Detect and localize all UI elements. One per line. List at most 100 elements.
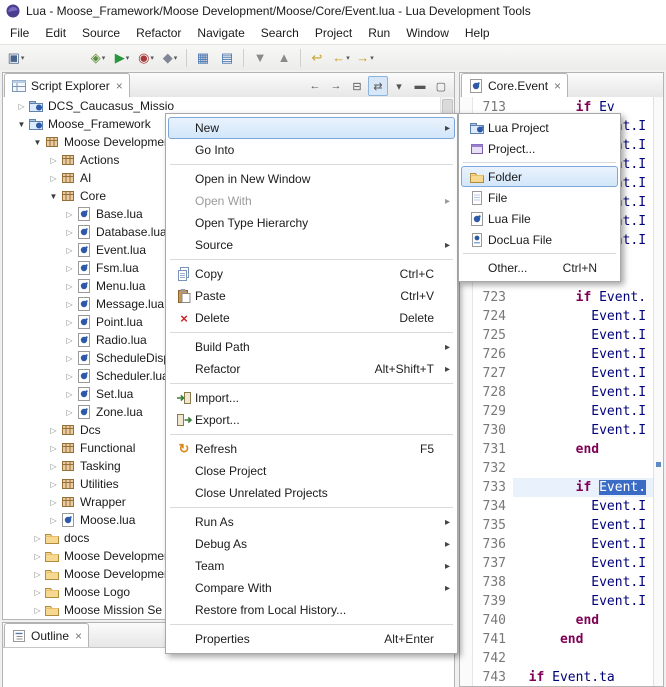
external-tools-button[interactable]: ◆▾: [159, 47, 181, 68]
context-menu-item-open-in-new-window[interactable]: Open in New Window: [168, 168, 455, 190]
context-menu-item-delete[interactable]: ×DeleteDelete: [168, 307, 455, 329]
context-menu-item-export[interactable]: Export...: [168, 409, 455, 431]
expand-arrow-icon[interactable]: ▷: [47, 516, 60, 525]
forward-button[interactable]: →▾: [354, 47, 376, 68]
maximize-icon[interactable]: ▢: [431, 76, 451, 96]
expand-arrow-icon[interactable]: ▷: [63, 300, 76, 309]
dropdown-caret-icon[interactable]: ▾: [102, 54, 106, 62]
menu-search[interactable]: Search: [253, 23, 307, 43]
context-menu-item-paste[interactable]: PasteCtrl+V: [168, 285, 455, 307]
code-line-725[interactable]: 725 Event.I: [473, 326, 663, 345]
context-menu-item-restore-from-local-history[interactable]: Restore from Local History...: [168, 599, 455, 621]
expand-arrow-icon[interactable]: ▷: [15, 102, 28, 111]
code-line-740[interactable]: 740 end: [473, 611, 663, 630]
code-line-731[interactable]: 731 end: [473, 440, 663, 459]
line-number[interactable]: 742: [473, 649, 513, 668]
code-line-735[interactable]: 735 Event.I: [473, 516, 663, 535]
context-menu-item-open-type-hierarchy[interactable]: Open Type Hierarchy: [168, 212, 455, 234]
code-line-726[interactable]: 726 Event.I: [473, 345, 663, 364]
expand-arrow-icon[interactable]: ▷: [31, 570, 44, 579]
context-menu-item-import[interactable]: Import...: [168, 387, 455, 409]
line-number[interactable]: 734: [473, 497, 513, 516]
tab-core-event[interactable]: Core.Event ×: [461, 73, 568, 97]
expand-arrow-icon[interactable]: ▷: [47, 174, 60, 183]
debug-button[interactable]: ◈▾: [87, 47, 109, 68]
new-wizard-button[interactable]: ▣▾: [5, 47, 27, 68]
new-submenu-item-doclua-file[interactable]: DocLua File: [461, 229, 618, 250]
code-line-743[interactable]: 743 if Event.ta: [473, 668, 663, 686]
link-with-editor-icon[interactable]: ⇄: [368, 76, 388, 96]
new-submenu-item-lua-project[interactable]: Lua Project: [461, 117, 618, 138]
menu-project[interactable]: Project: [307, 23, 360, 43]
code-line-733[interactable]: 733 if Event.: [473, 478, 663, 497]
run-button[interactable]: ▶▾: [111, 47, 133, 68]
menu-navigate[interactable]: Navigate: [189, 23, 252, 43]
expand-arrow-icon[interactable]: ▷: [63, 390, 76, 399]
dropdown-caret-icon[interactable]: ▾: [346, 54, 350, 62]
expand-arrow-icon[interactable]: ▷: [31, 534, 44, 543]
expand-arrow-icon[interactable]: ▷: [47, 444, 60, 453]
context-menu-item-new[interactable]: New▸: [168, 117, 455, 139]
code-line-732[interactable]: 732: [473, 459, 663, 478]
menu-edit[interactable]: Edit: [37, 23, 74, 43]
new-submenu-item-other[interactable]: Other...Ctrl+N: [461, 257, 618, 278]
line-number[interactable]: 736: [473, 535, 513, 554]
line-number[interactable]: 723: [473, 288, 513, 307]
expand-arrow-icon[interactable]: ▷: [47, 480, 60, 489]
code-line-741[interactable]: 741 end: [473, 630, 663, 649]
code-line-737[interactable]: 737 Event.I: [473, 554, 663, 573]
context-menu-item-go-into[interactable]: Go Into: [168, 139, 455, 161]
back-icon[interactable]: ←: [305, 76, 325, 96]
expand-arrow-icon[interactable]: ▷: [47, 156, 60, 165]
minimize-icon[interactable]: ▬: [410, 76, 430, 96]
context-menu-item-debug-as[interactable]: Debug As▸: [168, 533, 455, 555]
expand-arrow-icon[interactable]: ▷: [63, 228, 76, 237]
collapse-all-icon[interactable]: ⊟: [347, 76, 367, 96]
context-menu-item-refactor[interactable]: RefactorAlt+Shift+T▸: [168, 358, 455, 380]
dropdown-caret-icon[interactable]: ▾: [150, 54, 154, 62]
context-menu-item-build-path[interactable]: Build Path▸: [168, 336, 455, 358]
context-menu-item-open-with[interactable]: Open With▸: [168, 190, 455, 212]
context-menu-item-close-project[interactable]: Close Project: [168, 460, 455, 482]
expand-arrow-icon[interactable]: ▷: [63, 282, 76, 291]
collapse-arrow-icon[interactable]: ▼: [15, 120, 28, 129]
expand-arrow-icon[interactable]: ▷: [63, 246, 76, 255]
menu-run[interactable]: Run: [360, 23, 398, 43]
expand-arrow-icon[interactable]: ▷: [63, 318, 76, 327]
menu-help[interactable]: Help: [457, 23, 498, 43]
line-number[interactable]: 728: [473, 383, 513, 402]
new-submenu-item-lua-file[interactable]: Lua File: [461, 208, 618, 229]
code-line-724[interactable]: 724 Event.I: [473, 307, 663, 326]
line-number[interactable]: 741: [473, 630, 513, 649]
context-menu-item-team[interactable]: Team▸: [168, 555, 455, 577]
dropdown-caret-icon[interactable]: ▾: [126, 54, 130, 62]
tab-script-explorer[interactable]: Script Explorer ×: [4, 73, 130, 97]
back-button[interactable]: ←▾: [330, 47, 352, 68]
expand-arrow-icon[interactable]: ▷: [63, 354, 76, 363]
last-edit-location-button[interactable]: ↩: [306, 47, 328, 68]
new-lua-project-button[interactable]: ▦: [192, 47, 214, 68]
code-line-729[interactable]: 729 Event.I: [473, 402, 663, 421]
code-line-727[interactable]: 727 Event.I: [473, 364, 663, 383]
expand-arrow-icon[interactable]: ▷: [47, 426, 60, 435]
expand-arrow-icon[interactable]: ▷: [47, 498, 60, 507]
code-line-734[interactable]: 734 Event.I: [473, 497, 663, 516]
line-number[interactable]: 739: [473, 592, 513, 611]
new-submenu-item-folder[interactable]: Folder: [461, 166, 618, 187]
code-line-730[interactable]: 730 Event.I: [473, 421, 663, 440]
menu-source[interactable]: Source: [74, 23, 128, 43]
line-number[interactable]: 727: [473, 364, 513, 383]
expand-arrow-icon[interactable]: ▷: [31, 588, 44, 597]
expand-arrow-icon[interactable]: ▷: [47, 462, 60, 471]
expand-arrow-icon[interactable]: ▷: [63, 264, 76, 273]
code-line-728[interactable]: 728 Event.I: [473, 383, 663, 402]
close-tab-icon[interactable]: ×: [116, 79, 123, 93]
menu-file[interactable]: File: [2, 23, 37, 43]
line-number[interactable]: 733: [473, 478, 513, 497]
expand-arrow-icon[interactable]: ▷: [63, 336, 76, 345]
context-menu-item-refresh[interactable]: ↻RefreshF5: [168, 438, 455, 460]
close-tab-icon[interactable]: ×: [75, 629, 82, 643]
menu-refactor[interactable]: Refactor: [128, 23, 189, 43]
context-menu-item-properties[interactable]: PropertiesAlt+Enter: [168, 628, 455, 650]
new-submenu-item-file[interactable]: File: [461, 187, 618, 208]
